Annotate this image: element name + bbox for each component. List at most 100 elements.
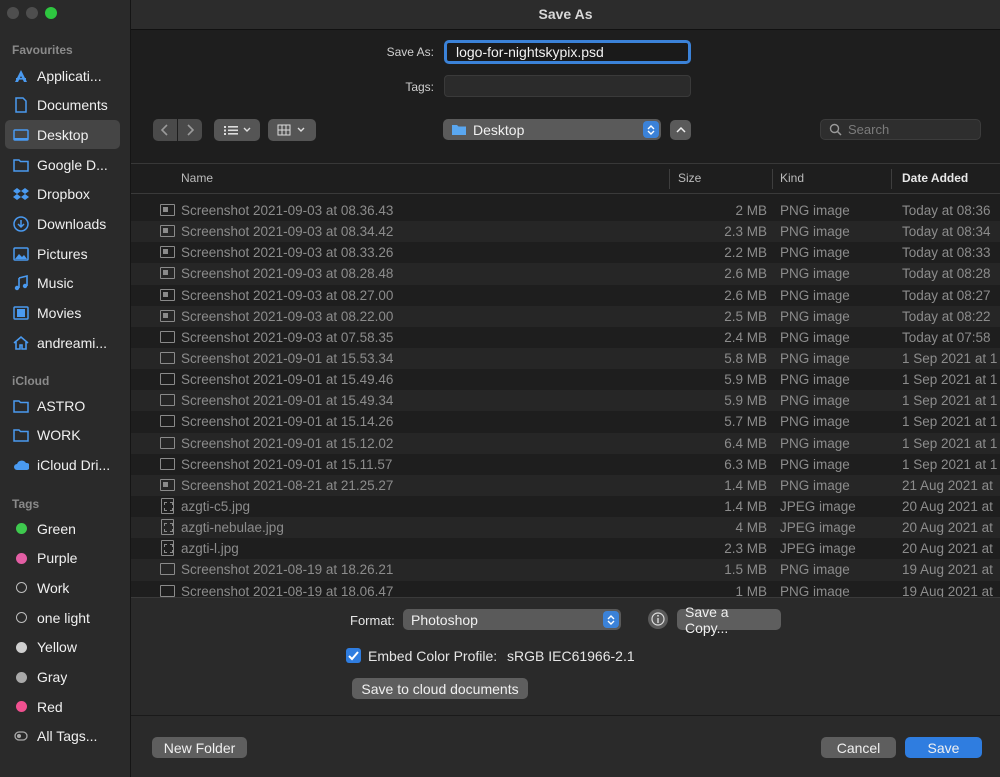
- tag-item-gray[interactable]: Gray: [5, 663, 120, 692]
- new-folder-button[interactable]: New Folder: [152, 737, 247, 758]
- chevron-left-icon: [160, 124, 168, 136]
- table-row[interactable]: Screenshot 2021-09-03 at 08.33.26 2.2 MB P…: [131, 242, 1000, 263]
- sidebar-item-desktop[interactable]: Desktop: [5, 120, 120, 150]
- table-row[interactable]: azgti-l.jpg 2.3 MB JPEG image 20 Aug 2021 a…: [131, 538, 1000, 559]
- file-list[interactable]: Name Size Kind Date Added Screenshot 202…: [131, 163, 1000, 597]
- location-popup[interactable]: Desktop: [443, 119, 661, 140]
- cell-size: 1.5 MB: [724, 562, 767, 578]
- sidebar-item-documents[interactable]: Documents: [5, 91, 120, 120]
- save-as-field[interactable]: logo-for-nightskypix.psd: [444, 40, 691, 64]
- cell-name: azgti-c5.jpg: [181, 498, 251, 514]
- table-row[interactable]: Screenshot 2021-09-03 at 08.34.42 2.3 MB P…: [131, 221, 1000, 243]
- cell-size: 4 MB: [735, 520, 767, 536]
- cell-size: 5.9 MB: [724, 393, 767, 409]
- sidebar-item-google-d[interactable]: Google D...: [5, 150, 120, 179]
- close-window-button[interactable]: [7, 7, 19, 19]
- table-row[interactable]: Screenshot 2021-08-19 at 18.26.21 1.5 MB P…: [131, 559, 1000, 581]
- tag-item-one-light[interactable]: one light: [5, 603, 120, 632]
- cell-size: 5.9 MB: [724, 372, 767, 388]
- table-row[interactable]: Screenshot 2021-09-03 at 08.28.48 2.6 MB P…: [131, 263, 1000, 285]
- collapse-button[interactable]: [670, 120, 691, 140]
- cell-kind: PNG image: [780, 266, 850, 282]
- table-row[interactable]: Screenshot 2021-09-03 at 08.36.43 2 MB PNG…: [131, 200, 1000, 221]
- sidebar-item-music[interactable]: Music: [5, 269, 120, 298]
- table-row[interactable]: Screenshot 2021-09-01 at 15.49.34 5.9 MB P…: [131, 390, 1000, 412]
- cell-kind: PNG image: [780, 477, 850, 493]
- search-icon: [829, 123, 842, 136]
- sidebar-item-icloud-dri[interactable]: iCloud Dri...: [5, 450, 120, 479]
- column-header-size[interactable]: Size: [678, 164, 701, 193]
- format-select[interactable]: Photoshop: [403, 609, 621, 630]
- sidebar-item-movies[interactable]: Movies: [5, 299, 120, 328]
- table-row[interactable]: azgti-c5.jpg 1.4 MB JPEG image 20 Aug 2021 …: [131, 496, 1000, 517]
- cell-kind: PNG image: [780, 350, 850, 366]
- sidebar-item-dropbox[interactable]: Dropbox: [5, 180, 120, 209]
- cell-date: 20 Aug 2021 at: [902, 498, 993, 514]
- icloud-heading: iCloud: [12, 374, 50, 388]
- save-as-label: Save As:: [386, 45, 434, 59]
- tag-item-green[interactable]: Green: [5, 514, 120, 543]
- zoom-window-button[interactable]: [45, 7, 57, 19]
- table-row[interactable]: Screenshot 2021-09-03 at 08.27.00 2.6 MB P…: [131, 285, 1000, 306]
- table-row[interactable]: Screenshot 2021-09-01 at 15.11.57 6.3 MB P…: [131, 454, 1000, 475]
- list-view-button[interactable]: [214, 119, 260, 141]
- table-row[interactable]: Screenshot 2021-09-03 at 08.22.00 2.5 MB P…: [131, 305, 1000, 327]
- cell-size: 2.3 MB: [724, 541, 767, 557]
- back-button[interactable]: [153, 119, 177, 141]
- cell-kind: PNG image: [780, 224, 850, 240]
- document-icon: [13, 97, 29, 113]
- tag-label: Green: [37, 520, 76, 537]
- table-row[interactable]: azgti-nebulae.jpg 4 MB JPEG image 20 Aug 20…: [131, 517, 1000, 539]
- sidebar-item-pictures[interactable]: Pictures: [5, 239, 120, 268]
- column-header-date-added[interactable]: Date Added: [902, 164, 968, 193]
- info-button[interactable]: [648, 609, 668, 629]
- column-header-kind[interactable]: Kind: [780, 164, 804, 193]
- sidebar-item-work[interactable]: WORK: [5, 421, 120, 450]
- search-field[interactable]: Search: [820, 119, 981, 140]
- table-row[interactable]: Screenshot 2021-08-19 at 18.06.47 1 MB PNG…: [131, 581, 1000, 597]
- table-row[interactable]: Screenshot 2021-09-03 at 07.58.35 2.4 MB P…: [131, 327, 1000, 348]
- sidebar-item-andreami[interactable]: andreami...: [5, 328, 120, 357]
- tag-item-all-tags[interactable]: All Tags...: [5, 722, 120, 751]
- minimize-window-button[interactable]: [26, 7, 38, 19]
- image-file-icon: [160, 204, 175, 216]
- image-file-icon: [160, 330, 175, 343]
- cloud-icon: [13, 457, 29, 473]
- tag-item-yellow[interactable]: Yellow: [5, 633, 120, 662]
- cell-kind: JPEG image: [780, 520, 856, 536]
- cell-kind: PNG image: [780, 435, 850, 451]
- table-row[interactable]: Screenshot 2021-09-01 at 15.53.34 5.8 MB P…: [131, 347, 1000, 370]
- tag-empty-circle-icon: [13, 610, 29, 626]
- sidebar-item-applicati[interactable]: Applicati...: [5, 61, 120, 90]
- tag-label: Yellow: [37, 639, 77, 656]
- column-header-name[interactable]: Name: [181, 164, 213, 193]
- sidebar: Favourites Applicati... Documents Desktop G…: [0, 0, 131, 777]
- table-header: Name Size Kind Date Added: [131, 164, 1000, 194]
- save-button[interactable]: Save: [905, 737, 982, 758]
- tag-item-work[interactable]: Work: [5, 573, 120, 602]
- cell-date: 1 Sep 2021 at 1: [902, 393, 998, 409]
- save-a-copy-button[interactable]: Save a Copy...: [677, 604, 781, 636]
- tag-item-purple[interactable]: Purple: [5, 544, 120, 573]
- table-row[interactable]: Screenshot 2021-09-01 at 15.49.46 5.9 MB P…: [131, 369, 1000, 390]
- tag-item-red[interactable]: Red: [5, 692, 120, 721]
- embed-color-profile-checkbox[interactable]: [346, 648, 361, 663]
- sidebar-item-astro[interactable]: ASTRO: [5, 391, 120, 420]
- cancel-button[interactable]: Cancel: [821, 737, 896, 758]
- sidebar-item-label: Applicati...: [37, 67, 102, 84]
- group-view-button[interactable]: [268, 119, 316, 141]
- image-file-icon: [160, 584, 175, 597]
- table-row[interactable]: Screenshot 2021-09-01 at 15.12.02 6.4 MB P…: [131, 432, 1000, 454]
- table-row[interactable]: Screenshot 2021-08-21 at 21.25.27 1.4 MB P…: [131, 474, 1000, 496]
- sidebar-item-label: iCloud Dri...: [37, 456, 111, 473]
- save-to-cloud-documents-button[interactable]: Save to cloud documents: [352, 678, 528, 699]
- sidebar-item-downloads[interactable]: Downloads: [5, 210, 120, 239]
- forward-button[interactable]: [178, 119, 202, 141]
- cell-name: Screenshot 2021-09-01 at 15.14.26: [181, 414, 394, 430]
- image-file-icon: [160, 563, 175, 576]
- tags-label: Tags:: [405, 80, 434, 94]
- cell-kind: PNG image: [780, 245, 850, 261]
- table-row[interactable]: Screenshot 2021-09-01 at 15.14.26 5.7 MB P…: [131, 411, 1000, 432]
- tags-field[interactable]: [444, 75, 691, 97]
- cell-date: 1 Sep 2021 at 1: [902, 435, 998, 451]
